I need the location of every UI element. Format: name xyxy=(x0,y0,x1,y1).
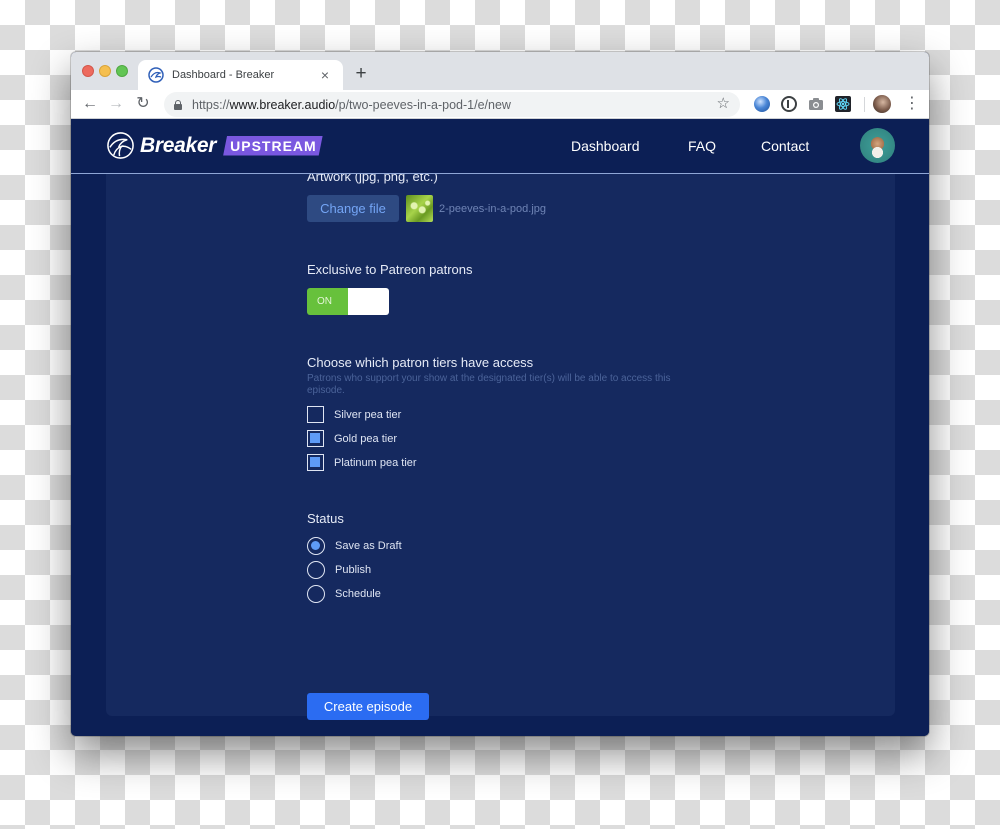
site-header: Breaker UPSTREAM Dashboard FAQ Contact xyxy=(71,119,929,174)
nav-faq[interactable]: FAQ xyxy=(688,119,716,174)
forward-arrow-icon[interactable]: → xyxy=(105,93,127,115)
tiers-help-text: Patrons who support your show at the des… xyxy=(307,373,671,396)
form-card: Artwork (jpg, png, etc.) Change file 2-p… xyxy=(106,119,895,720)
user-avatar[interactable] xyxy=(860,128,895,163)
nav-contact[interactable]: Contact xyxy=(761,119,809,174)
breaker-logo[interactable]: Breaker UPSTREAM xyxy=(106,131,323,160)
status-option-publish[interactable]: Publish xyxy=(307,561,371,579)
browser-window: Dashboard - Breaker × + ← → ↻ https://ww… xyxy=(71,52,929,736)
close-window-button[interactable] xyxy=(82,65,94,77)
back-arrow-icon[interactable]: ← xyxy=(79,93,101,115)
save-as-draft-radio[interactable] xyxy=(307,537,325,555)
status-option-label: Schedule xyxy=(335,588,381,600)
tiers-label: Choose which patron tiers have access xyxy=(307,355,534,370)
lock-icon xyxy=(174,99,182,110)
url-path: /p/two-peeves-in-a-pod-1/e/new xyxy=(335,97,511,112)
change-file-button[interactable]: Change file xyxy=(307,195,399,222)
nav-dashboard[interactable]: Dashboard xyxy=(571,119,640,174)
tier-option-gold[interactable]: Gold pea tier xyxy=(307,430,397,447)
upstream-badge: UPSTREAM xyxy=(223,135,323,156)
toggle-knob xyxy=(348,288,389,315)
camera-extension-icon[interactable] xyxy=(808,96,824,112)
browser-toolbar: ← → ↻ https://www.breaker.audio/p/two-pe… xyxy=(71,90,929,119)
artwork-file-name: 2-peeves-in-a-pod.jpg xyxy=(439,203,547,215)
brand-name: Breaker xyxy=(140,133,217,157)
create-episode-button[interactable]: Create episode xyxy=(307,693,429,720)
status-option-label: Save as Draft xyxy=(335,540,402,552)
address-bar[interactable]: https://www.breaker.audio/p/two-peeves-i… xyxy=(164,92,740,117)
status-option-draft[interactable]: Save as Draft xyxy=(307,537,402,555)
browser-menu-icon[interactable]: ⋮ xyxy=(904,94,920,114)
tab-title: Dashboard - Breaker xyxy=(172,69,275,81)
url-text: https://www.breaker.audio/p/two-peeves-i… xyxy=(192,98,511,112)
tab-strip: Dashboard - Breaker × + xyxy=(71,52,929,90)
status-option-schedule[interactable]: Schedule xyxy=(307,585,381,603)
silver-tier-checkbox[interactable] xyxy=(307,406,324,423)
maximize-window-button[interactable] xyxy=(116,65,128,77)
toggle-on-label: ON xyxy=(307,288,348,315)
browser-profile-avatar[interactable] xyxy=(873,95,891,113)
globe-extension-icon[interactable] xyxy=(754,96,770,112)
tier-option-label: Gold pea tier xyxy=(334,432,397,445)
tier-option-label: Silver pea tier xyxy=(334,408,402,421)
breaker-favicon-icon xyxy=(148,67,164,83)
status-label: Status xyxy=(307,511,344,526)
react-devtools-icon[interactable] xyxy=(835,96,851,112)
page-content: Artwork (jpg, png, etc.) Change file 2-p… xyxy=(71,119,929,736)
breaker-wave-icon xyxy=(107,132,134,159)
gold-tier-checkbox[interactable] xyxy=(307,430,324,447)
minimize-window-button[interactable] xyxy=(99,65,111,77)
tab-close-icon[interactable]: × xyxy=(317,67,333,83)
url-host: www.breaker.audio xyxy=(229,97,336,112)
exclusive-toggle[interactable]: ON xyxy=(307,288,389,315)
tier-option-silver[interactable]: Silver pea tier xyxy=(307,406,401,423)
tier-option-label: Platinum pea tier xyxy=(334,456,417,469)
1password-extension-icon[interactable] xyxy=(781,96,797,112)
url-scheme: https:// xyxy=(192,97,230,112)
browser-tab[interactable]: Dashboard - Breaker × xyxy=(138,60,343,90)
schedule-radio[interactable] xyxy=(307,585,325,603)
artwork-thumbnail xyxy=(406,195,433,222)
bookmark-star-icon[interactable]: ☆ xyxy=(717,94,730,112)
platinum-tier-checkbox[interactable] xyxy=(307,454,324,471)
tier-option-platinum[interactable]: Platinum pea tier xyxy=(307,454,417,471)
toolbar-divider xyxy=(864,97,865,112)
status-option-label: Publish xyxy=(335,564,372,576)
new-tab-button[interactable]: + xyxy=(351,62,371,86)
reload-icon[interactable]: ↻ xyxy=(132,93,154,115)
exclusive-label: Exclusive to Patreon patrons xyxy=(307,262,473,277)
publish-radio[interactable] xyxy=(307,561,325,579)
